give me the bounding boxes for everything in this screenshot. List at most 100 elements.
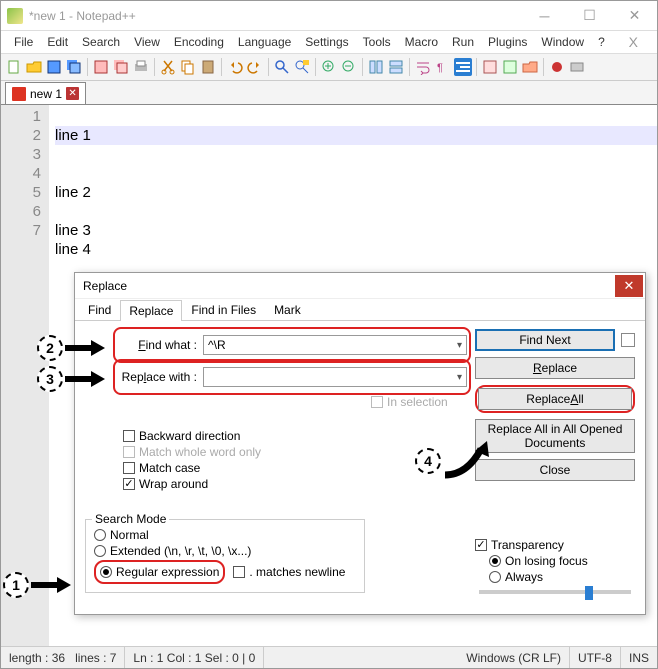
close-dialog-button[interactable]: Close [475,459,635,481]
zoom-out-icon[interactable] [340,58,358,76]
radio-normal[interactable]: Normal [94,528,356,542]
print-icon[interactable] [132,58,150,76]
menu-settings[interactable]: Settings [298,33,355,51]
dialog-title-bar[interactable]: Replace ✕ [75,273,645,299]
chevron-down-icon[interactable]: ▾ [457,340,462,351]
menu-overflow-x[interactable]: X [622,32,645,52]
menu-language[interactable]: Language [231,33,298,51]
status-encoding[interactable]: UTF-8 [570,647,621,668]
menu-window[interactable]: Window [534,33,591,51]
annotation-1: 1 [3,572,71,598]
wrap-icon[interactable] [414,58,432,76]
menu-edit[interactable]: Edit [40,33,75,51]
code-line: line 4 [55,241,91,258]
doc-map-icon[interactable] [481,58,499,76]
code-line: line 3 [55,222,91,239]
tabstrip: new 1 ✕ [1,81,657,105]
menu-macro[interactable]: Macro [398,33,445,51]
replace-dialog: Replace ✕ Find Replace Find in Files Mar… [74,272,646,615]
replace-all-docs-button[interactable]: Replace All in All Opened Documents [475,419,635,453]
zoom-in-icon[interactable] [320,58,338,76]
tab-replace[interactable]: Replace [120,300,182,321]
transparency-slider[interactable] [479,590,631,594]
sync-h-icon[interactable] [387,58,405,76]
close-file-icon[interactable] [92,58,110,76]
match-case-checkbox[interactable]: Match case [123,461,261,475]
menu-file[interactable]: File [7,33,40,51]
indent-guide-icon[interactable] [454,58,472,76]
redo-icon[interactable] [246,58,264,76]
line-number: 3 [1,145,41,164]
replace-icon[interactable] [293,58,311,76]
toolbar: ¶ [1,53,657,81]
radio-on-losing-focus[interactable]: On losing focus [489,554,635,568]
show-all-icon[interactable]: ¶ [434,58,452,76]
replace-with-label: Replace with : [117,370,203,384]
radio-regex[interactable]: Regular expression [100,565,219,579]
document-tab[interactable]: new 1 ✕ [5,82,86,104]
maximize-button[interactable]: ☐ [567,1,612,31]
sync-v-icon[interactable] [367,58,385,76]
menu-plugins[interactable]: Plugins [481,33,534,51]
search-mode-label: Search Mode [92,512,169,526]
menu-run[interactable]: Run [445,33,481,51]
find-next-dir-checkbox[interactable] [621,333,635,347]
minimize-button[interactable]: ─ [522,1,567,31]
menu-help[interactable]: ? [591,33,612,51]
annotation-3: 3 [37,366,105,392]
status-eol[interactable]: Windows (CR LF) [458,647,570,668]
transparency-checkbox[interactable]: Transparency [475,538,635,552]
code-line: line 2 [55,184,91,201]
undo-icon[interactable] [226,58,244,76]
menu-tools[interactable]: Tools [356,33,398,51]
tab-find[interactable]: Find [79,299,120,320]
func-list-icon[interactable] [501,58,519,76]
save-icon[interactable] [45,58,63,76]
dialog-tabs: Find Replace Find in Files Mark [75,299,645,321]
cut-icon[interactable] [159,58,177,76]
doc-icon [12,87,26,101]
wrap-around-checkbox[interactable]: Wrap around [123,477,261,491]
paste-icon[interactable] [199,58,217,76]
copy-icon[interactable] [179,58,197,76]
dialog-close-icon[interactable]: ✕ [615,275,643,297]
find-icon[interactable] [273,58,291,76]
matches-newline-checkbox[interactable]: . matches newline [233,565,345,579]
radio-always[interactable]: Always [489,570,635,584]
radio-extended[interactable]: Extended (\n, \r, \t, \0, \x...) [94,544,356,558]
folder-icon[interactable] [521,58,539,76]
dialog-title: Replace [83,279,127,293]
save-all-icon[interactable] [65,58,83,76]
status-length: length : 36 lines : 7 [1,647,125,668]
backward-checkbox[interactable]: Backward direction [123,429,261,443]
replace-all-button[interactable]: Replace All [478,388,632,410]
in-selection-checkbox: In selection [371,395,448,409]
tab-find-in-files[interactable]: Find in Files [182,299,265,320]
dialog-buttons: Find Next Replace Replace All Replace Al… [475,329,635,481]
replace-with-input[interactable]: ▾ [203,367,467,387]
search-mode-group: Search Mode Normal Extended (\n, \r, \t,… [85,519,365,593]
find-what-value: ^\R [208,338,226,352]
titlebar: *new 1 - Notepad++ ─ ☐ ✕ [1,1,657,31]
open-file-icon[interactable] [25,58,43,76]
close-button[interactable]: ✕ [612,1,657,31]
new-file-icon[interactable] [5,58,23,76]
line-number: 5 [1,183,41,202]
menu-view[interactable]: View [127,33,167,51]
tab-mark[interactable]: Mark [265,299,310,320]
find-what-input[interactable]: ^\R ▾ [203,335,467,355]
menu-search[interactable]: Search [75,33,127,51]
statusbar: length : 36 lines : 7 Ln : 1 Col : 1 Sel… [1,646,657,668]
status-mode[interactable]: INS [621,647,657,668]
tab-close-icon[interactable]: ✕ [66,87,79,100]
find-next-button[interactable]: Find Next [475,329,615,351]
whole-word-checkbox: Match whole word only [123,445,261,459]
menu-encoding[interactable]: Encoding [167,33,231,51]
record-icon[interactable] [568,58,586,76]
app-icon [7,8,23,24]
chevron-down-icon[interactable]: ▾ [457,372,462,383]
monitor-icon[interactable] [548,58,566,76]
close-all-icon[interactable] [112,58,130,76]
annotation-2: 2 [37,335,105,361]
replace-button[interactable]: Replace [475,357,635,379]
